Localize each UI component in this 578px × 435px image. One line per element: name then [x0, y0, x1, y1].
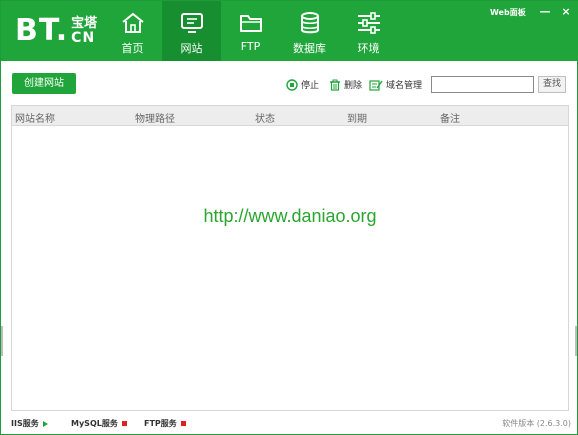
- nav-label-ftp: FTP: [240, 40, 261, 53]
- database-icon: [300, 12, 319, 34]
- sliders-icon: [357, 12, 380, 34]
- column-header-notes[interactable]: 备注: [440, 110, 460, 125]
- nav-item-website[interactable]: 网站: [162, 1, 221, 61]
- nav-item-ftp[interactable]: FTP: [221, 1, 280, 61]
- app-window: BT. 宝塔 CN 首页 网站 FTP 数据库 环境 Web面板 — × 创建网…: [0, 0, 578, 435]
- nav-label-database: 数据库: [293, 42, 326, 55]
- stop-square-icon: [180, 421, 186, 426]
- delete-label: 删除: [344, 81, 363, 91]
- nav-label-website: 网站: [180, 42, 203, 55]
- minimize-button[interactable]: —: [536, 4, 554, 20]
- window-edge-right: [575, 326, 577, 356]
- logo-domain-text: CN: [71, 30, 96, 46]
- column-header-status[interactable]: 状态: [255, 110, 275, 125]
- column-header-path[interactable]: 物理路径: [135, 110, 175, 125]
- close-button[interactable]: ×: [557, 4, 575, 20]
- column-header-site-name[interactable]: 网站名称: [15, 110, 55, 125]
- header-bar: BT. 宝塔 CN 首页 网站 FTP 数据库 环境 Web面板 — ×: [1, 1, 578, 61]
- window-edge-left: [1, 326, 3, 356]
- service-status-ftp[interactable]: FTP服务: [144, 418, 186, 429]
- service-status-iis[interactable]: IIS服务: [11, 418, 48, 429]
- nav-label-home: 首页: [121, 42, 144, 55]
- monitor-icon: [180, 13, 203, 33]
- folder-icon: [239, 15, 262, 32]
- nav-label-environment: 环境: [357, 42, 380, 55]
- status-bar: IIS服务 MySQL服务 FTP服务 软件版本 (2.6.3.0): [1, 414, 577, 434]
- delete-button[interactable]: 删除: [329, 78, 362, 91]
- column-header-expiry[interactable]: 到期: [347, 110, 367, 125]
- stop-square-icon: [121, 421, 127, 426]
- nav-item-environment[interactable]: 环境: [339, 1, 398, 61]
- stop-label: 停止: [301, 81, 320, 91]
- domain-manage-button[interactable]: 域名管理: [369, 78, 422, 91]
- stop-icon: [286, 78, 298, 91]
- search-input[interactable]: [431, 76, 534, 93]
- create-website-button[interactable]: 创建网站: [12, 73, 76, 94]
- website-table: 网站名称 物理路径 状态 到期 备注 http://www.daniao.org: [11, 105, 569, 411]
- logo-cn-text: 宝塔: [71, 16, 98, 31]
- window-title: Web面板: [490, 8, 526, 17]
- service-status-mysql[interactable]: MySQL服务: [71, 418, 127, 429]
- watermark-url: http://www.daniao.org: [203, 206, 377, 226]
- logo-main-text: BT.: [15, 13, 69, 48]
- edit-icon: [369, 79, 383, 91]
- service-label-mysql: MySQL服务: [71, 419, 118, 428]
- trash-icon: [330, 79, 340, 91]
- stop-button[interactable]: 停止: [286, 78, 319, 91]
- play-icon: [42, 420, 48, 427]
- logo: BT. 宝塔 CN: [15, 13, 97, 49]
- version-label: 软件版本 (2.6.3.0): [502, 419, 571, 428]
- nav-item-database[interactable]: 数据库: [280, 1, 339, 61]
- table-header: 网站名称 物理路径 状态 到期 备注: [12, 106, 568, 126]
- main-nav: 首页 网站 FTP 数据库 环境: [103, 1, 398, 61]
- service-label-ftp: FTP服务: [144, 419, 177, 428]
- search-button[interactable]: 查找: [538, 76, 566, 93]
- home-icon: [121, 12, 144, 33]
- domain-manage-label: 域名管理: [386, 81, 423, 91]
- nav-item-home[interactable]: 首页: [103, 1, 162, 61]
- service-label-iis: IIS服务: [11, 419, 39, 428]
